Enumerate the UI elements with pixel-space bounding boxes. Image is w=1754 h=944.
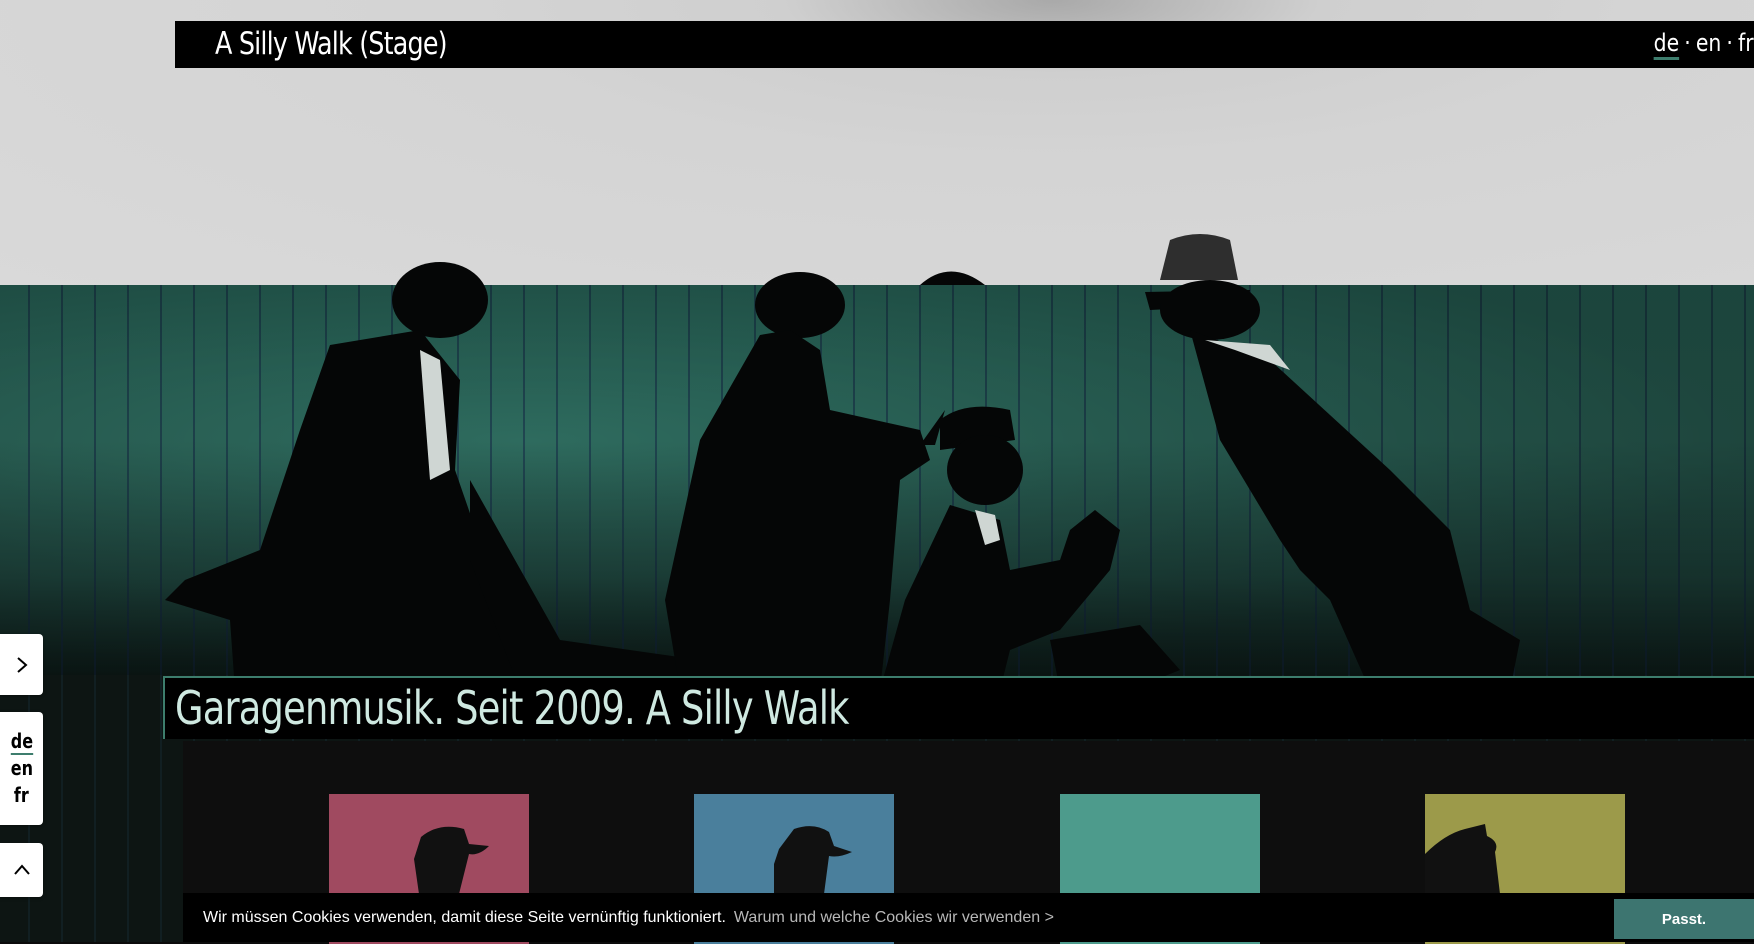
- lang-separator: ·: [1684, 29, 1692, 57]
- lang-fr-link[interactable]: fr: [1738, 29, 1754, 57]
- side-lang-de[interactable]: de: [10, 729, 33, 755]
- hero-figure-4: [1145, 234, 1520, 690]
- tagline: Garagenmusik. Seit 2009. A Silly Walk: [175, 681, 849, 735]
- language-switcher: de · en · fr: [1654, 25, 1754, 61]
- chevron-right-icon: [16, 656, 28, 673]
- sidebar-toggle-button[interactable]: [0, 634, 43, 695]
- chevron-up-icon: [13, 864, 30, 875]
- cookie-info-link[interactable]: Warum und welche Cookies wir verwenden >: [734, 909, 1054, 927]
- hero-hat-partial: [920, 271, 985, 285]
- lang-en-link[interactable]: en: [1696, 29, 1721, 57]
- side-language-switcher: de en fr: [0, 712, 43, 825]
- site-title[interactable]: A Silly Walk (Stage): [215, 23, 448, 65]
- lang-separator: ·: [1726, 29, 1734, 57]
- scroll-top-button[interactable]: [0, 843, 43, 897]
- hero-figure-1: [165, 262, 700, 690]
- cookie-message: Wir müssen Cookies verwenden, damit dies…: [203, 908, 726, 926]
- side-lang-fr[interactable]: fr: [14, 782, 29, 809]
- cookie-accept-button[interactable]: Passt.: [1614, 899, 1754, 939]
- site-header: A Silly Walk (Stage) de · en · fr: [175, 21, 1754, 68]
- cookie-banner: Wir müssen Cookies verwenden, damit dies…: [183, 893, 1754, 942]
- side-lang-en[interactable]: en: [10, 755, 32, 782]
- lang-de-link[interactable]: de: [1654, 29, 1680, 60]
- hero-band-photo: [165, 234, 1520, 690]
- tagline-bar: Garagenmusik. Seit 2009. A Silly Walk: [163, 676, 1754, 739]
